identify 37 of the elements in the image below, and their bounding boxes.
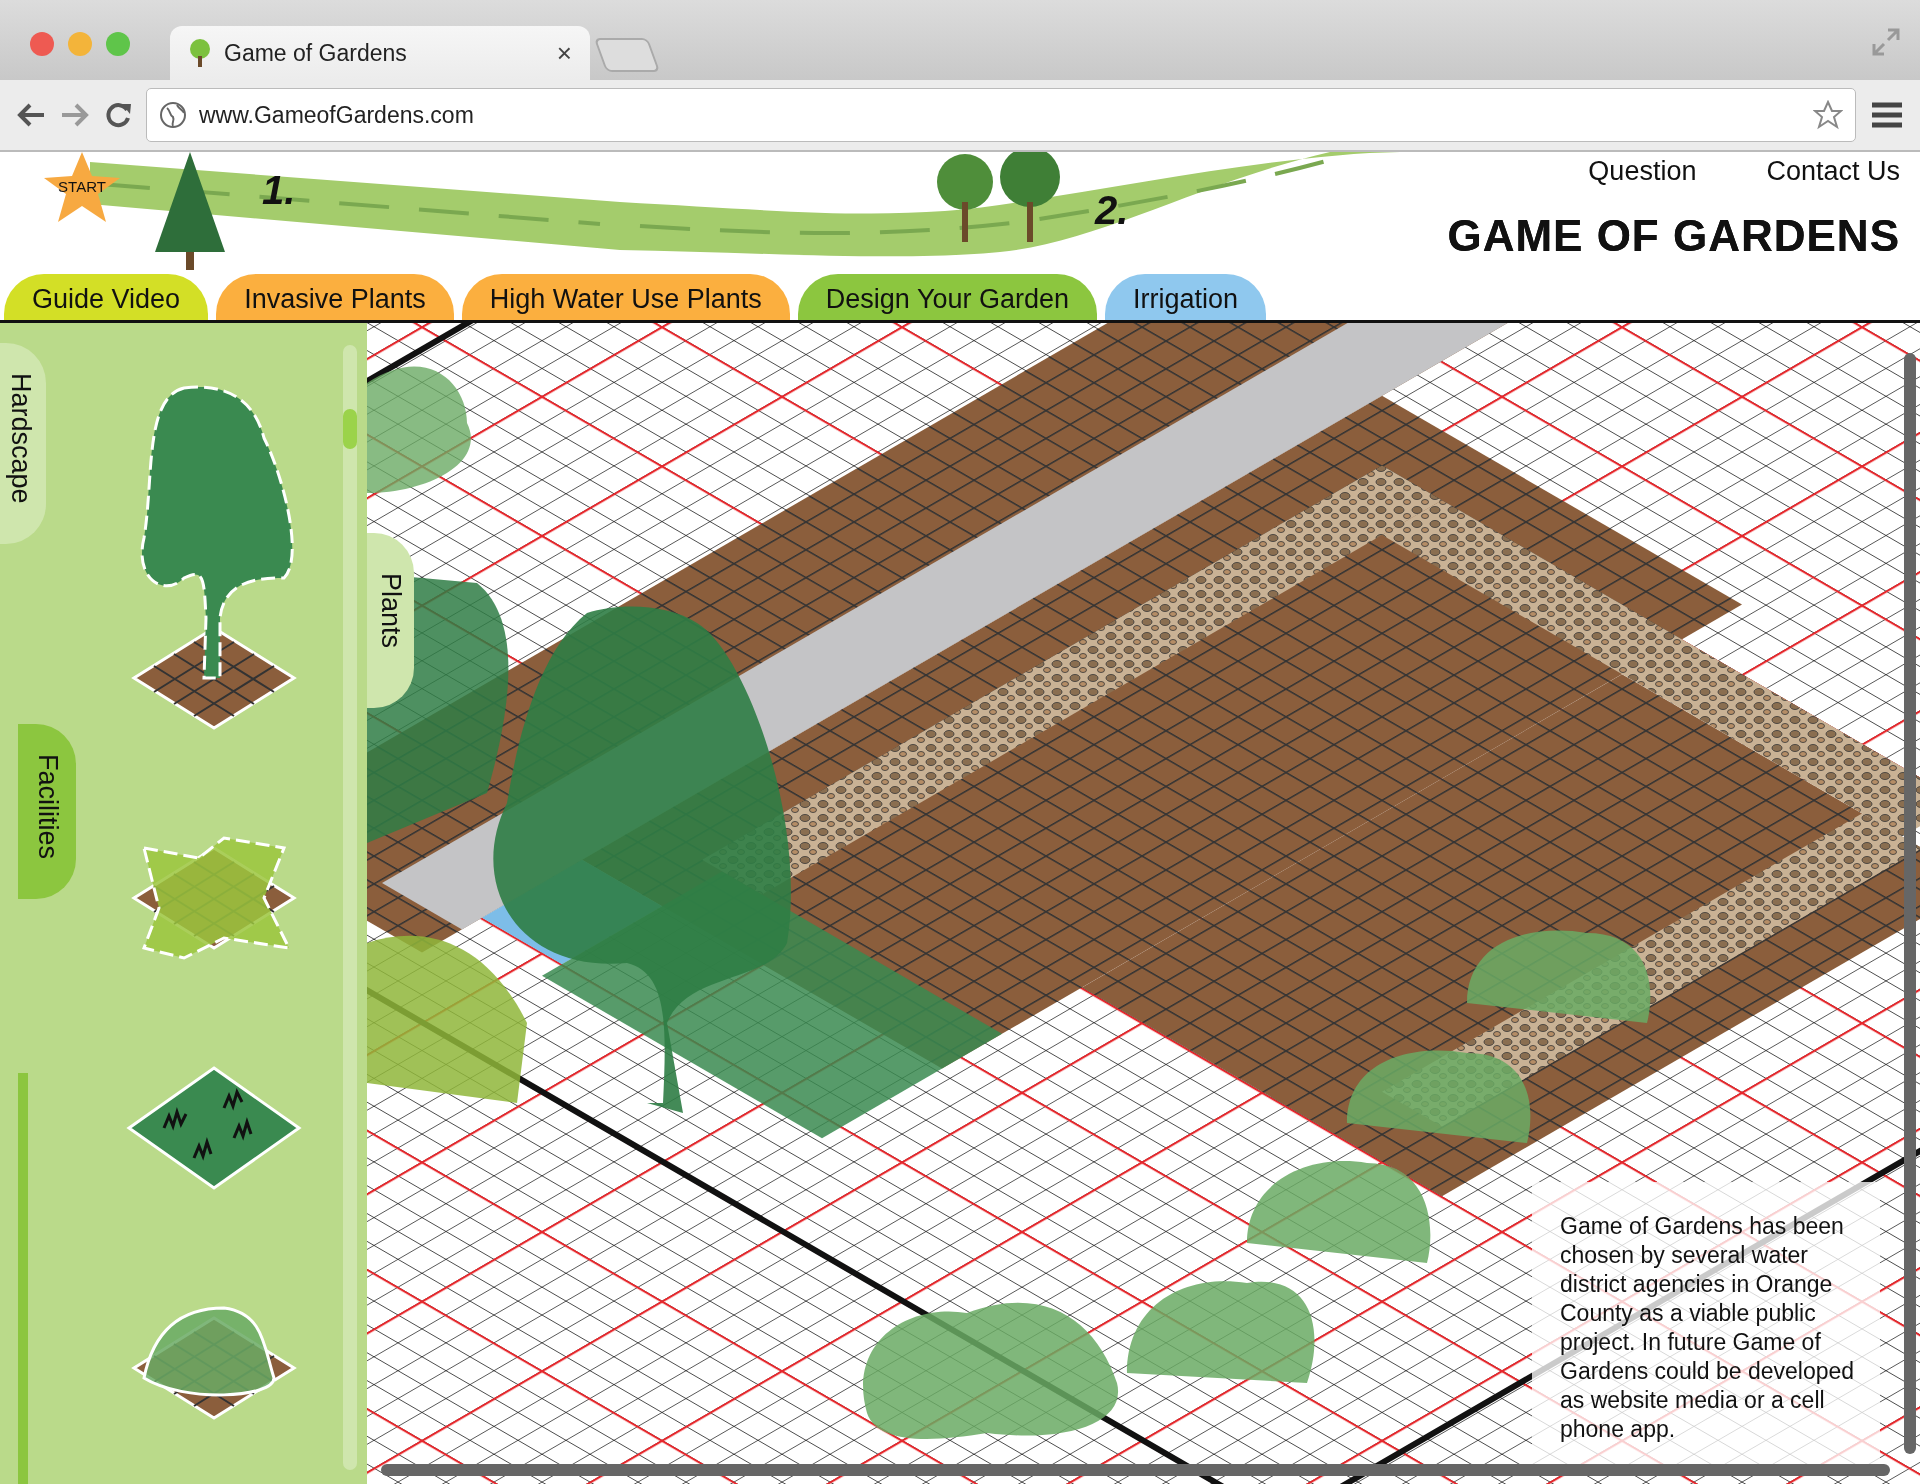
side-tab[interactable]: Hardscape bbox=[0, 343, 46, 544]
nav-tab[interactable]: Design Your Garden bbox=[797, 274, 1097, 320]
nav-tab[interactable]: Guide Video bbox=[4, 274, 209, 320]
site-logo[interactable]: GAME OF GARDENS bbox=[1447, 211, 1900, 261]
plants-tab[interactable]: Plants bbox=[367, 533, 414, 709]
address-bar[interactable]: www.GameofGardens.com bbox=[146, 88, 1856, 142]
vertical-scrollbar[interactable] bbox=[1904, 353, 1916, 1454]
scrollbar-thumb[interactable] bbox=[343, 409, 357, 449]
reload-icon[interactable] bbox=[104, 101, 132, 129]
nav-tab[interactable]: Invasive Plants bbox=[216, 274, 454, 320]
nav-tab[interactable]: Irrigation bbox=[1105, 274, 1267, 320]
nav-tab[interactable]: High Water Use Plants bbox=[461, 274, 790, 320]
browser-tab[interactable]: Game of Gardens × bbox=[170, 26, 590, 80]
header-link[interactable]: Question bbox=[1588, 156, 1697, 187]
tree-icon bbox=[188, 38, 212, 68]
fullscreen-icon[interactable] bbox=[1872, 28, 1900, 56]
scrollbar-track[interactable] bbox=[343, 345, 357, 1470]
header-link[interactable]: Contact Us bbox=[1766, 156, 1900, 187]
close-tab-button[interactable]: × bbox=[556, 37, 572, 69]
star-icon[interactable] bbox=[1813, 100, 1843, 130]
side-tab[interactable]: Facilities bbox=[18, 723, 76, 899]
new-tab-button[interactable] bbox=[593, 38, 661, 72]
start-label: START bbox=[58, 178, 106, 195]
url-text: www.GameofGardens.com bbox=[199, 101, 475, 129]
minimize-window-button[interactable] bbox=[68, 32, 92, 56]
maximize-window-button[interactable] bbox=[106, 32, 130, 56]
garden-grid-drawing[interactable] bbox=[367, 323, 1920, 1484]
tab-title: Game of Gardens bbox=[224, 39, 408, 67]
globe-icon bbox=[159, 101, 187, 129]
step-number: 1. bbox=[262, 168, 296, 212]
horizontal-scrollbar[interactable] bbox=[381, 1464, 1890, 1476]
back-icon[interactable] bbox=[16, 102, 46, 128]
forward-icon[interactable] bbox=[60, 102, 90, 128]
close-window-button[interactable] bbox=[30, 32, 54, 56]
step-number: 2. bbox=[1095, 188, 1129, 232]
menu-icon[interactable] bbox=[1870, 101, 1904, 129]
info-paragraph: Game of Gardens has been chosen by several water district agencies in Orange County as a viable public project. In future Game of Gardens could be developed as website media or a cell phone app. bbox=[1532, 1182, 1880, 1464]
